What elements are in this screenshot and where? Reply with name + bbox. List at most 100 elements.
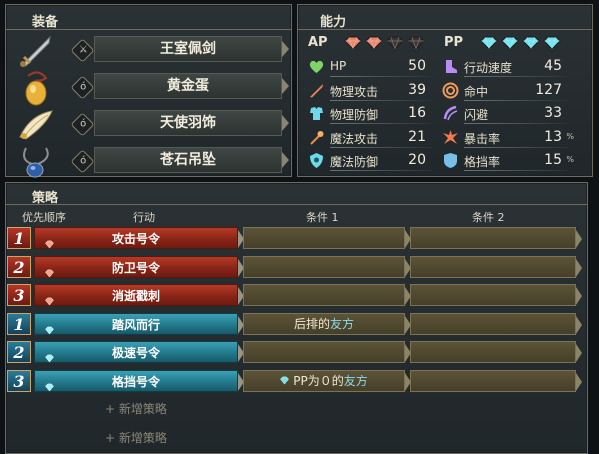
gem-icon	[45, 234, 54, 249]
action-button[interactable]: 防卫号令	[34, 255, 244, 278]
condition-1-button[interactable]	[243, 227, 411, 249]
condition-2-button[interactable]	[410, 255, 582, 278]
tactic-row[interactable]: 2 防卫号令	[7, 255, 587, 278]
action-label: 攻击号令	[111, 232, 160, 246]
stat-label: 物理防御	[330, 108, 379, 122]
action-button[interactable]: 格挡号令	[34, 369, 244, 392]
tactic-row[interactable]: 2 极速号令	[7, 341, 587, 363]
priority-badge: 2	[7, 341, 31, 363]
tactic-row[interactable]: 3 消逝戳刺	[7, 284, 587, 306]
add-tactic-button[interactable]: + 新增策略	[105, 429, 167, 446]
condition-2-button[interactable]	[410, 227, 582, 249]
sword-icon	[308, 82, 325, 99]
equipment-name-button[interactable]: 天使羽饰	[94, 110, 289, 136]
ap-gem-icon	[344, 36, 362, 50]
stat-underline	[330, 170, 432, 171]
slot-glyph: ó	[80, 155, 87, 167]
pp-gem-icon	[501, 36, 519, 50]
equipment-name-button[interactable]: 黄金蛋	[94, 73, 289, 99]
abilities-title: 能力	[320, 15, 347, 30]
stat-value: 39	[408, 81, 426, 98]
stat-underline	[330, 99, 432, 101]
pp-gem-icon	[543, 36, 561, 50]
condition-2-button[interactable]	[410, 284, 582, 306]
condition-1-button[interactable]: PP为０的友方	[243, 369, 411, 392]
condition-1-button[interactable]	[243, 341, 411, 363]
tactic-row[interactable]: 1 踏风而行 后排的友方	[7, 312, 587, 335]
stat-row: 格挡率 15%	[442, 151, 574, 171]
equipment-item-icon	[16, 144, 56, 180]
ap-gem-icon	[365, 36, 383, 50]
gem-icon	[45, 348, 54, 363]
action-button[interactable]: 极速号令	[34, 341, 244, 363]
equipment-row[interactable]: ó 天使羽饰	[16, 107, 289, 143]
equipment-item-icon	[16, 107, 56, 143]
action-button[interactable]: 攻击号令	[34, 227, 244, 249]
pp-gem-icon	[280, 371, 290, 391]
stat-value: 20	[408, 152, 426, 168]
divider	[298, 29, 592, 30]
condition-1-button[interactable]: 后排的友方	[243, 312, 411, 335]
stat-row: 暴击率 13%	[442, 128, 574, 148]
action-label: 踏风而行	[111, 317, 160, 332]
magic-shield-icon	[308, 152, 325, 169]
pp-gem-icon	[480, 36, 498, 50]
equipment-panel: 装备 ⚔ 王室佩剑 ó 黄金蛋 ó 天使羽饰 ó 苍石吊坠	[5, 4, 292, 180]
stat-underline	[464, 146, 568, 148]
stat-row: 物理攻击 39	[308, 81, 432, 101]
block-icon	[442, 152, 459, 169]
condition-2-button[interactable]	[410, 369, 582, 392]
gem-icon	[45, 263, 54, 277]
action-label: 格挡号令	[111, 374, 160, 389]
stat-value: 127	[535, 81, 562, 98]
ap-gems	[344, 36, 434, 50]
stat-label: HP	[330, 59, 347, 73]
heart-icon	[308, 58, 325, 75]
stat-underline	[464, 99, 568, 101]
stat-label: 命中	[464, 84, 489, 99]
header-action: 行动	[133, 211, 155, 224]
ap-gem-icon	[386, 36, 404, 50]
priority-badge: 2	[7, 255, 31, 278]
condition-1-button[interactable]	[243, 284, 411, 306]
critical-icon	[442, 129, 459, 146]
stat-underline	[464, 123, 568, 124]
ap-gem-icon	[407, 36, 425, 50]
tactic-row[interactable]: 1 攻击号令	[7, 227, 587, 249]
boot-icon	[442, 58, 459, 75]
priority-badge: 1	[7, 227, 31, 249]
tactic-row[interactable]: 3 格挡号令 PP为０的友方	[7, 369, 587, 392]
stat-underline	[464, 76, 568, 77]
equipment-row[interactable]: ó 苍石吊坠	[16, 144, 289, 180]
header-condition-2: 条件 2	[472, 211, 505, 224]
action-button[interactable]: 踏风而行	[34, 312, 244, 335]
equipment-row[interactable]: ⚔ 王室佩剑	[16, 33, 289, 69]
pp-gem-icon	[522, 36, 540, 50]
condition-2-button[interactable]	[410, 312, 582, 335]
equipment-name-button[interactable]: 苍石吊坠	[94, 147, 289, 173]
armor-icon	[308, 105, 325, 122]
header-condition-1: 条件 1	[306, 211, 339, 224]
pp-gems	[480, 36, 570, 50]
condition-2-button[interactable]	[410, 341, 582, 363]
add-tactic-button[interactable]: + 新增策略	[105, 400, 167, 417]
priority-badge: 3	[7, 369, 31, 392]
stat-value: 16	[408, 105, 426, 121]
priority-badge: 1	[7, 312, 31, 335]
equipment-item-icon	[16, 33, 56, 69]
condition-1-button[interactable]	[243, 255, 411, 278]
slot-icon: ó	[70, 149, 95, 174]
slot-icon: ó	[70, 75, 95, 100]
equipment-title: 装备	[32, 15, 59, 30]
action-label: 防卫号令	[111, 260, 160, 275]
slot-glyph: ó	[80, 118, 87, 130]
stat-underline	[464, 170, 568, 171]
equipment-row[interactable]: ó 黄金蛋	[16, 70, 289, 106]
gem-icon	[45, 320, 54, 334]
stat-row: 魔法攻击 21	[308, 128, 432, 148]
slot-icon: ó	[70, 112, 95, 137]
stat-value: 45	[544, 58, 562, 74]
equipment-name-button[interactable]: 王室佩剑	[94, 36, 289, 62]
stat-label: 格挡率	[464, 155, 501, 169]
action-button[interactable]: 消逝戳刺	[34, 284, 244, 306]
